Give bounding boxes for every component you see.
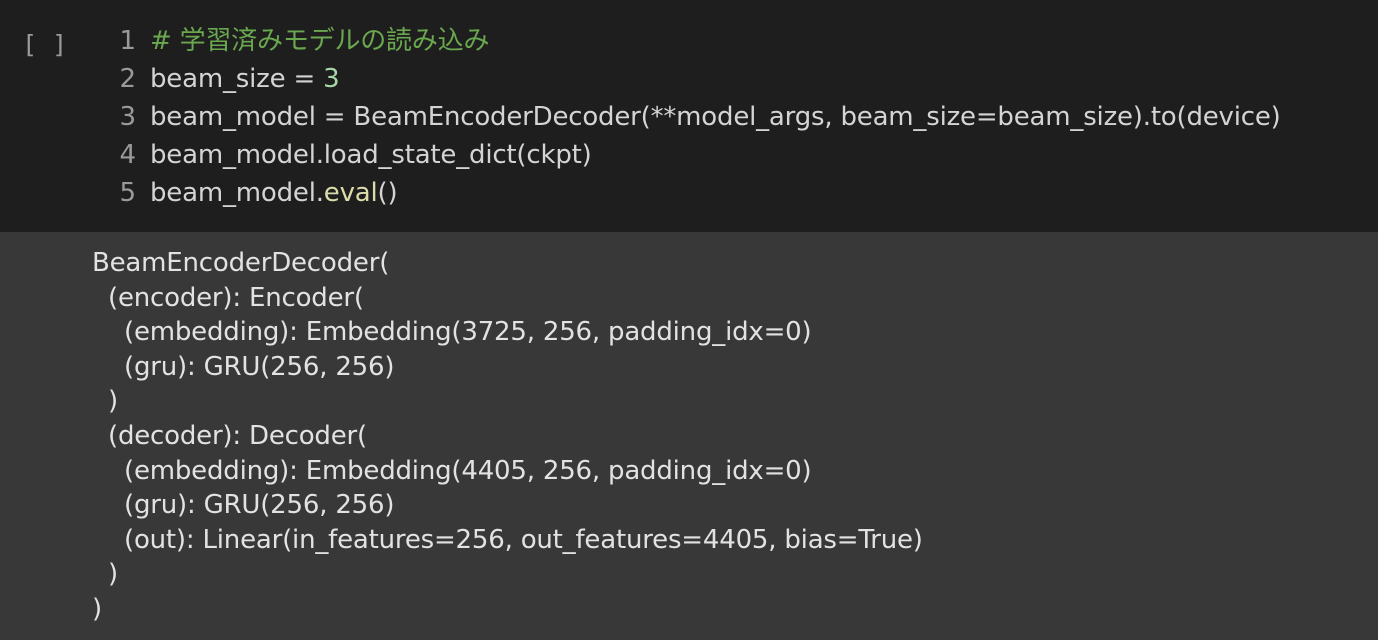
code-token-number: 3 (323, 64, 340, 94)
code-token-plain: beam_model. (150, 178, 324, 208)
output-line: (out): Linear(in_features=256, out_featu… (124, 524, 923, 555)
line-code[interactable]: beam_model.eval() (150, 174, 398, 212)
line-code[interactable]: # 学習済みモデルの読み込み (150, 22, 489, 60)
output-line: ) (108, 386, 118, 417)
output-line: (decoder): Decoder( (108, 421, 367, 451)
notebook-cell: [ ] 1 # 学習済みモデルの読み込み 2 beam_size = 3 3 beam_m… (0, 0, 1378, 640)
code-token-plain: beam_model = BeamEncoderDecoder(**model_… (150, 102, 1281, 132)
code-line[interactable]: 5 beam_model.eval() (0, 174, 1378, 212)
output-line: ) (92, 594, 102, 624)
cell-output: BeamEncoderDecoder( (encoder): Encoder( (e… (0, 232, 1378, 640)
output-line: (embedding): Embedding(3725, 256, paddin… (124, 317, 812, 348)
code-token-plain: beam_model.load_state_dict(ckpt) (150, 140, 592, 170)
line-number: 4 (119, 140, 136, 170)
line-code[interactable]: beam_model.load_state_dict(ckpt) (150, 136, 592, 174)
code-token-func: eval (323, 178, 378, 208)
output-line: (gru): GRU(256, 256) (124, 351, 395, 382)
line-number: 3 (119, 102, 136, 132)
output-line: ) (108, 559, 118, 590)
line-code[interactable]: beam_model = BeamEncoderDecoder(**model_… (150, 98, 1281, 136)
line-number: 1 (119, 26, 136, 56)
output-line: (embedding): Embedding(4405, 256, paddin… (124, 455, 812, 486)
code-line[interactable]: 4 beam_model.load_state_dict(ckpt) (0, 136, 1378, 174)
line-number: 2 (119, 64, 136, 94)
code-token-plain: () (377, 178, 398, 208)
code-line[interactable]: 3 beam_model = BeamEncoderDecoder(**model… (0, 98, 1378, 136)
output-line: (encoder): Encoder( (108, 282, 364, 313)
code-token-comment: # 学習済みモデルの読み込み (150, 26, 490, 56)
code-line[interactable]: 2 beam_size = 3 (0, 60, 1378, 98)
code-token-plain: beam_size = (150, 64, 324, 94)
output-line: (gru): GRU(256, 256) (124, 490, 395, 521)
line-number: 5 (119, 178, 136, 208)
code-line[interactable]: 1 # 学習済みモデルの読み込み (0, 22, 1378, 60)
line-code[interactable]: beam_size = 3 (150, 60, 340, 98)
output-line: BeamEncoderDecoder( (92, 248, 390, 278)
code-editor[interactable]: [ ] 1 # 学習済みモデルの読み込み 2 beam_size = 3 3 beam_m… (0, 0, 1378, 232)
